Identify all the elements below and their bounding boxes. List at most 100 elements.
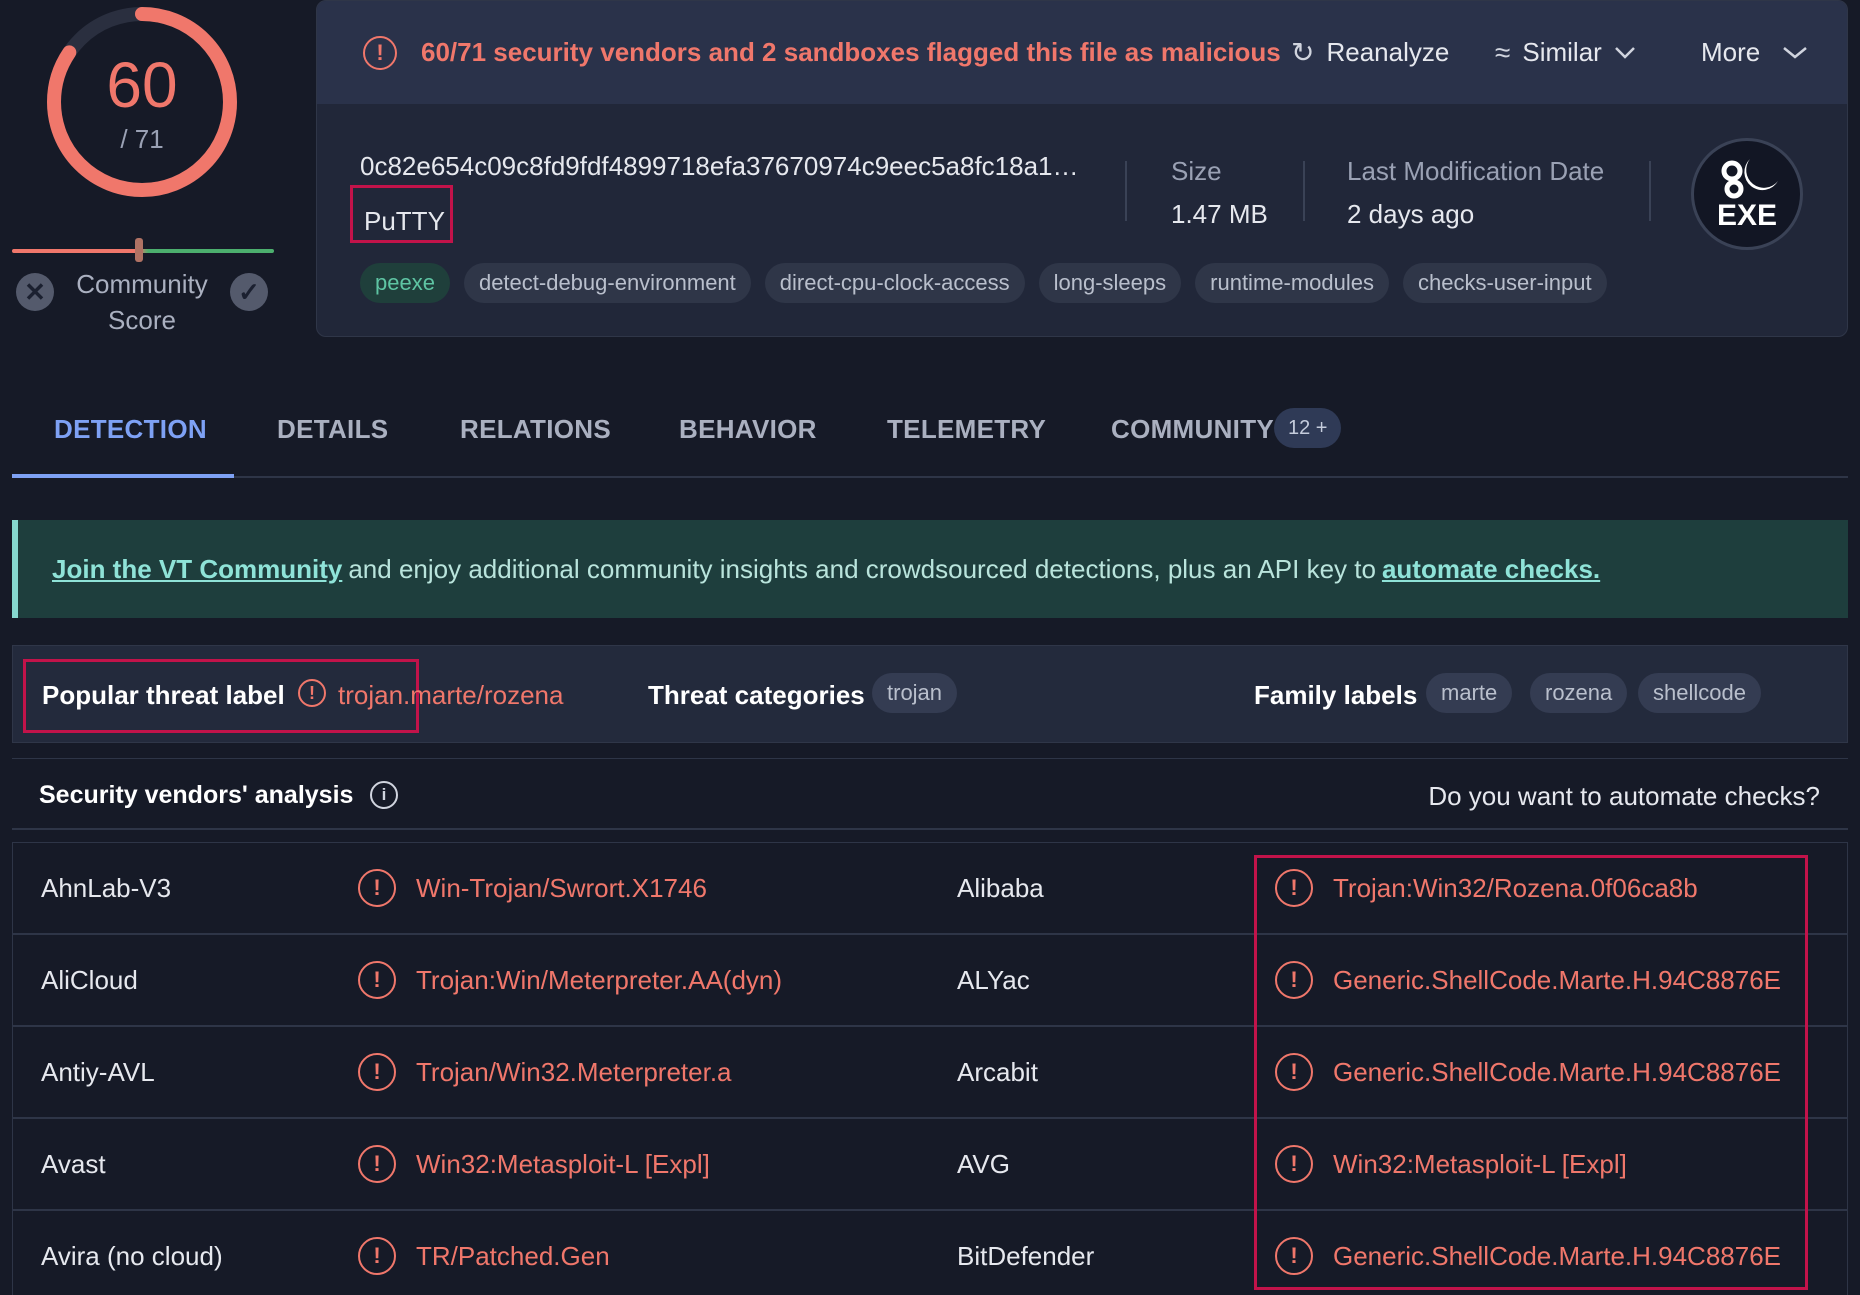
file-summary-card: ! 60/71 security vendors and 2 sandboxes… bbox=[316, 0, 1848, 337]
table-row: AhnLab-V3 ! Win-Trojan/Swrort.X1746 Alib… bbox=[13, 843, 1847, 935]
tab-detection[interactable]: DETECTION bbox=[54, 414, 207, 445]
alert-icon: ! bbox=[363, 35, 397, 70]
tag[interactable]: checks-user-input bbox=[1402, 263, 1607, 303]
analysis-title: Security vendors' analysis bbox=[39, 781, 354, 809]
divider bbox=[1303, 161, 1305, 221]
tag[interactable]: direct-cpu-clock-access bbox=[764, 263, 1025, 303]
file-hash[interactable]: 0c82e654c09c8fd9fdf4899718efa37670974c9e… bbox=[360, 151, 1090, 182]
file-type-label: EXE bbox=[1716, 199, 1778, 232]
file-type-badge: EXE bbox=[1691, 138, 1803, 250]
table-row: Avast ! Win32:Metasploit-L [Expl] AVG ! … bbox=[13, 1119, 1847, 1211]
date-value: 2 days ago bbox=[1347, 199, 1475, 229]
vendor-name: AVG bbox=[957, 1149, 1010, 1179]
size-value: 1.47 MB bbox=[1171, 199, 1268, 229]
alert-icon: ! bbox=[358, 961, 396, 999]
detection-score: 60 / 71 ✕ Community Score ✓ bbox=[0, 0, 300, 340]
chevron-down-icon bbox=[1783, 46, 1808, 59]
alert-message: 60/71 security vendors and 2 sandboxes f… bbox=[421, 37, 1281, 67]
tag[interactable]: detect-debug-environment bbox=[463, 263, 751, 303]
active-tab-indicator bbox=[12, 474, 234, 478]
size-label: Size bbox=[1171, 156, 1222, 186]
tab-community[interactable]: COMMUNITY bbox=[1111, 414, 1274, 445]
similar-icon: ≈ bbox=[1495, 36, 1511, 68]
alert-icon: ! bbox=[358, 869, 396, 907]
family-labels-label: Family labels bbox=[1254, 680, 1418, 710]
file-name: PuTTY bbox=[350, 185, 453, 243]
tab-relations[interactable]: RELATIONS bbox=[460, 414, 611, 445]
alert-icon: ! bbox=[358, 1053, 396, 1091]
similar-button[interactable]: ≈ Similar bbox=[1495, 1, 1636, 104]
community-score-bar bbox=[12, 238, 274, 262]
detection-result: Win-Trojan/Swrort.X1746 bbox=[416, 873, 707, 903]
table-row: Avira (no cloud) ! TR/Patched.Gen BitDef… bbox=[13, 1211, 1847, 1295]
detection-result: Generic.ShellCode.Marte.H.94C8876E bbox=[1333, 1241, 1782, 1271]
join-community-link[interactable]: Join the VT Community bbox=[52, 554, 342, 585]
threat-category-chip[interactable]: trojan bbox=[872, 673, 958, 713]
detection-result: Win32:Metasploit-L [Expl] bbox=[1333, 1149, 1627, 1179]
file-tags: peexe detect-debug-environment direct-cp… bbox=[360, 263, 1607, 303]
divider bbox=[1649, 161, 1651, 221]
tab-bar: DETECTION DETAILS RELATIONS BEHAVIOR TEL… bbox=[12, 380, 1848, 478]
score-total: / 71 bbox=[120, 124, 164, 154]
alert-icon: ! bbox=[1275, 1053, 1313, 1091]
vendor-name: ALYac bbox=[957, 965, 1030, 995]
tag[interactable]: long-sleeps bbox=[1038, 263, 1182, 303]
alert-icon: ! bbox=[1275, 961, 1313, 999]
detection-result: Win32:Metasploit-L [Expl] bbox=[416, 1149, 710, 1179]
detection-result: Trojan:Win32/Rozena.0f06ca8b bbox=[1333, 873, 1698, 903]
vendor-name: Alibaba bbox=[957, 873, 1044, 903]
popular-threat-value[interactable]: trojan.marte/rozena bbox=[338, 680, 563, 711]
community-count-badge: 12 + bbox=[1274, 408, 1342, 448]
banner-text: and enjoy additional community insights … bbox=[348, 553, 1376, 584]
vendor-name: Arcabit bbox=[957, 1057, 1038, 1087]
table-row: Antiy-AVL ! Trojan/Win32.Meterpreter.a A… bbox=[13, 1027, 1847, 1119]
alert-icon: ! bbox=[358, 1145, 396, 1183]
detection-result: Generic.ShellCode.Marte.H.94C8876E bbox=[1333, 1057, 1782, 1087]
tab-behavior[interactable]: BEHAVIOR bbox=[679, 414, 817, 445]
alert-icon: ! bbox=[298, 679, 326, 707]
vendor-name: AhnLab-V3 bbox=[41, 873, 172, 903]
alert-icon: ! bbox=[1275, 1237, 1313, 1275]
vendor-name: Avast bbox=[41, 1149, 106, 1179]
popular-threat-label: Popular threat label bbox=[42, 680, 285, 710]
detection-result: Trojan:Win/Meterpreter.AA(dyn) bbox=[416, 965, 783, 995]
date-label: Last Modification Date bbox=[1347, 156, 1605, 186]
vendors-analysis-header: Security vendors' analysis i Do you want… bbox=[12, 758, 1848, 830]
family-chip[interactable]: shellcode bbox=[1638, 673, 1761, 713]
x-icon[interactable]: ✕ bbox=[16, 273, 54, 311]
detection-result: Trojan/Win32.Meterpreter.a bbox=[416, 1057, 732, 1087]
tag[interactable]: runtime-modules bbox=[1195, 263, 1389, 303]
more-button[interactable]: More bbox=[1701, 1, 1808, 104]
community-score-label: Community Score bbox=[76, 269, 208, 335]
malicious-alert: ! 60/71 security vendors and 2 sandboxes… bbox=[317, 1, 1847, 104]
similar-label: Similar bbox=[1522, 37, 1602, 67]
divider bbox=[1125, 161, 1127, 221]
detection-result: TR/Patched.Gen bbox=[416, 1241, 610, 1271]
threat-labels: Popular threat label ! trojan.marte/roze… bbox=[12, 645, 1848, 743]
more-label: More bbox=[1701, 37, 1761, 67]
community-banner: Join the VT Community and enjoy addition… bbox=[12, 520, 1848, 618]
family-chip[interactable]: rozena bbox=[1530, 673, 1628, 713]
threat-categories-label: Threat categories bbox=[648, 680, 865, 710]
reanalyze-label: Reanalyze bbox=[1326, 37, 1450, 67]
automate-checks-prompt[interactable]: Do you want to automate checks? bbox=[1428, 781, 1820, 812]
reanalyze-button[interactable]: ↻ Reanalyze bbox=[1291, 1, 1449, 104]
check-icon[interactable]: ✓ bbox=[230, 273, 268, 311]
info-icon[interactable]: i bbox=[370, 781, 398, 809]
vendor-name: BitDefender bbox=[957, 1241, 1095, 1271]
vendor-name: Avira (no cloud) bbox=[41, 1241, 223, 1271]
tab-details[interactable]: DETAILS bbox=[277, 414, 388, 445]
automate-checks-link[interactable]: automate checks. bbox=[1382, 554, 1600, 585]
chevron-down-icon bbox=[1614, 46, 1635, 59]
tag[interactable]: peexe bbox=[360, 263, 450, 303]
alert-icon: ! bbox=[1275, 1145, 1313, 1183]
detection-result: Generic.ShellCode.Marte.H.94C8876E bbox=[1333, 965, 1782, 995]
refresh-icon: ↻ bbox=[1291, 37, 1315, 68]
table-row: AliCloud ! Trojan:Win/Meterpreter.AA(dyn… bbox=[13, 935, 1847, 1027]
tab-telemetry[interactable]: TELEMETRY bbox=[887, 414, 1046, 445]
vendor-name: AliCloud bbox=[41, 965, 138, 995]
alert-icon: ! bbox=[1275, 869, 1313, 907]
family-chip[interactable]: marte bbox=[1426, 673, 1513, 713]
alert-icon: ! bbox=[358, 1237, 396, 1275]
community-score-knob bbox=[135, 238, 143, 262]
